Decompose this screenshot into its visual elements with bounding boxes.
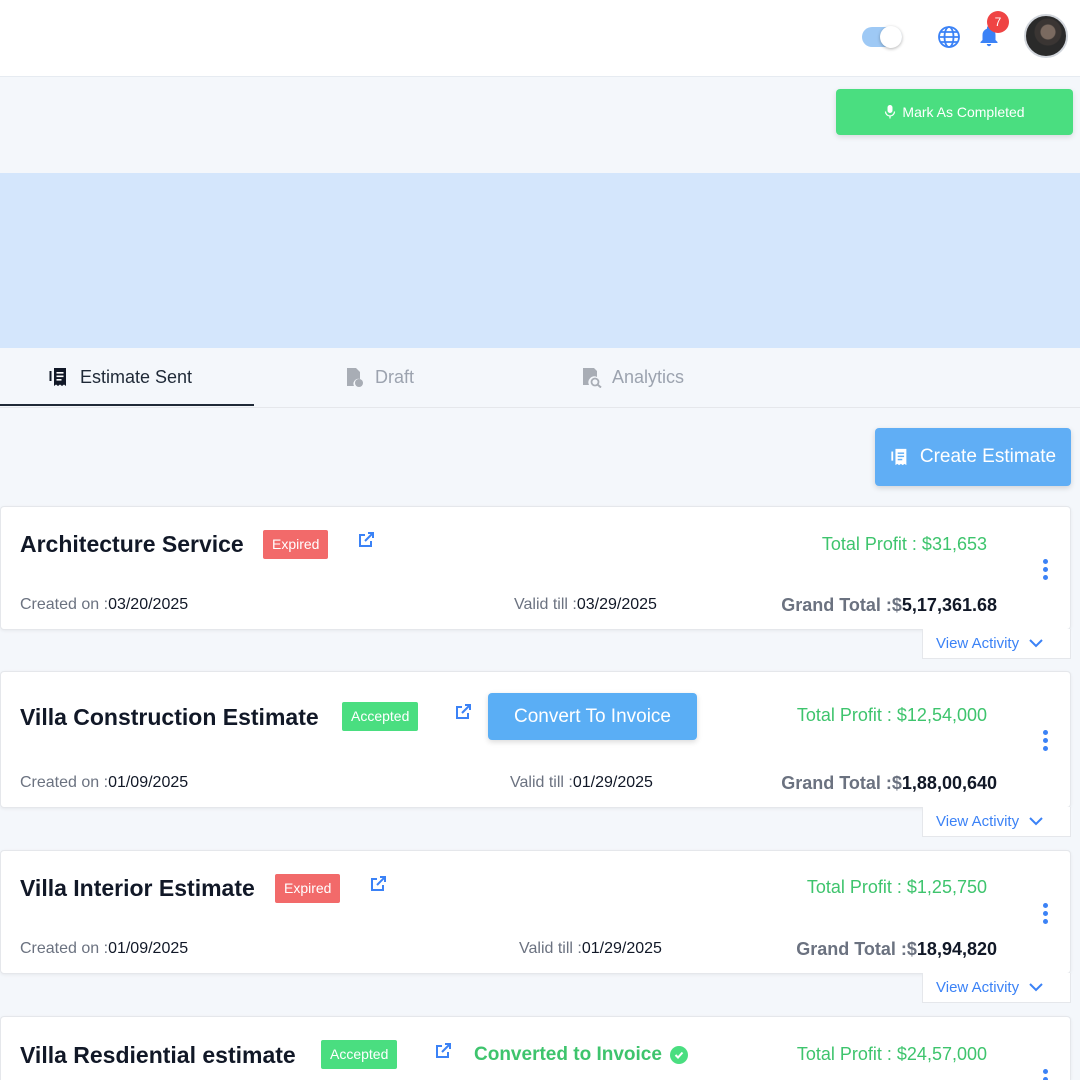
convert-to-invoice-button[interactable]: Convert To Invoice <box>488 693 697 740</box>
created-label: Created on : <box>20 940 109 957</box>
external-link-icon[interactable] <box>357 531 375 549</box>
grand-total: Grand Total :$5,17,361.68 <box>781 595 997 616</box>
valid-value: 01/29/2025 <box>581 940 662 957</box>
valid-till-date: Valid till :03/29/2025 <box>514 596 657 614</box>
grand-total: Grand Total :$1,88,00,640 <box>781 773 997 794</box>
more-options-icon[interactable] <box>1041 730 1049 752</box>
grand-value: 5,17,361.68 <box>901 595 997 615</box>
view-activity-button[interactable]: View Activity <box>922 629 1071 659</box>
status-badge: Expired <box>263 530 329 559</box>
analytics-search-icon <box>583 368 602 388</box>
view-activity-label: View Activity <box>936 635 1020 652</box>
valid-till-date: Valid till :01/29/2025 <box>519 940 662 958</box>
chevron-down-icon <box>1029 817 1043 826</box>
create-estimate-label: Create Estimate <box>919 446 1057 467</box>
avatar[interactable] <box>1024 14 1068 58</box>
tab-label: Estimate Sent <box>80 366 193 387</box>
status-badge: Accepted <box>321 1040 398 1069</box>
created-value: 01/09/2025 <box>108 940 189 957</box>
created-value: 03/20/2025 <box>108 596 189 613</box>
notification-badge: 7 <box>987 11 1009 33</box>
grand-value: 1,88,00,640 <box>901 773 997 793</box>
created-label: Created on : <box>20 596 109 613</box>
total-profit: Total Profit : $1,25,750 <box>806 877 987 897</box>
converted-to-invoice-status: Converted to Invoice <box>474 1044 688 1066</box>
estimate-title: Villa Interior Estimate <box>20 875 255 901</box>
valid-value: 01/29/2025 <box>572 774 653 791</box>
toggle-knob <box>880 26 902 48</box>
view-activity-label: View Activity <box>936 813 1020 830</box>
grand-label: Grand Total :$ <box>796 939 917 959</box>
estimate-card[interactable]: Villa Construction Estimate Accepted Con… <box>0 671 1071 808</box>
status-badge: Expired <box>275 874 341 903</box>
grand-label: Grand Total :$ <box>781 773 902 793</box>
tab-label: Draft <box>375 366 415 387</box>
view-activity-label: View Activity <box>936 979 1020 996</box>
status-badge: Accepted <box>342 702 419 731</box>
estimate-card[interactable]: Architecture Service Expired Total Profi… <box>0 506 1071 630</box>
receipt-icon <box>49 368 66 386</box>
chevron-down-icon <box>1029 639 1043 648</box>
create-estimate-button[interactable]: Create Estimate <box>875 428 1071 486</box>
more-options-icon[interactable] <box>1041 559 1049 581</box>
created-label: Created on : <box>20 774 109 791</box>
grand-label: Grand Total :$ <box>781 595 902 615</box>
tab-bar: Estimate Sent Draft Analytics <box>0 348 1080 408</box>
tab-estimate-sent[interactable]: Estimate Sent <box>48 348 192 406</box>
receipt-icon <box>891 448 907 466</box>
active-tab-indicator <box>0 404 254 406</box>
external-link-icon[interactable] <box>369 875 387 893</box>
estimate-title: Villa Resdiential estimate <box>20 1042 296 1068</box>
valid-label: Valid till : <box>514 596 577 613</box>
created-value: 01/09/2025 <box>108 774 189 791</box>
chevron-down-icon <box>1029 983 1043 992</box>
mark-as-completed-label: Mark As Completed <box>902 104 1025 120</box>
valid-label: Valid till : <box>519 940 582 957</box>
converted-label: Converted to Invoice <box>474 1044 662 1065</box>
total-profit: Total Profit : $12,54,000 <box>796 705 987 725</box>
valid-value: 03/29/2025 <box>576 596 657 613</box>
draft-document-icon <box>347 368 363 387</box>
valid-label: Valid till : <box>510 774 573 791</box>
globe-icon[interactable] <box>937 25 961 49</box>
view-activity-button[interactable]: View Activity <box>922 973 1071 1003</box>
mark-as-completed-button[interactable]: Mark As Completed <box>836 89 1073 135</box>
estimate-title: Villa Construction Estimate <box>20 704 319 730</box>
top-bar: 7 <box>0 0 1080 77</box>
estimate-card[interactable]: Villa Resdiential estimate Accepted Conv… <box>0 1016 1071 1080</box>
theme-toggle[interactable] <box>862 26 902 48</box>
tab-analytics[interactable]: Analytics <box>580 348 684 406</box>
created-date: Created on :03/20/2025 <box>20 596 188 614</box>
external-link-icon[interactable] <box>434 1042 452 1060</box>
total-profit: Total Profit : $24,57,000 <box>796 1044 987 1064</box>
view-activity-button[interactable]: View Activity <box>922 807 1071 837</box>
mic-icon <box>885 105 896 119</box>
more-options-icon[interactable] <box>1041 1069 1049 1080</box>
created-date: Created on :01/09/2025 <box>20 940 188 958</box>
more-options-icon[interactable] <box>1041 903 1049 925</box>
grand-value: 18,94,820 <box>916 939 997 959</box>
tab-draft[interactable]: Draft <box>343 348 414 406</box>
created-date: Created on :01/09/2025 <box>20 774 188 792</box>
banner-area <box>0 173 1080 348</box>
estimate-card[interactable]: Villa Interior Estimate Expired Total Pr… <box>0 850 1071 974</box>
external-link-icon[interactable] <box>454 703 472 721</box>
grand-total: Grand Total :$18,94,820 <box>796 939 997 960</box>
estimate-title: Architecture Service <box>20 531 244 557</box>
check-circle-icon <box>669 1046 688 1064</box>
tab-label: Analytics <box>612 366 685 387</box>
total-profit: Total Profit : $31,653 <box>821 534 987 554</box>
valid-till-date: Valid till :01/29/2025 <box>510 774 653 792</box>
